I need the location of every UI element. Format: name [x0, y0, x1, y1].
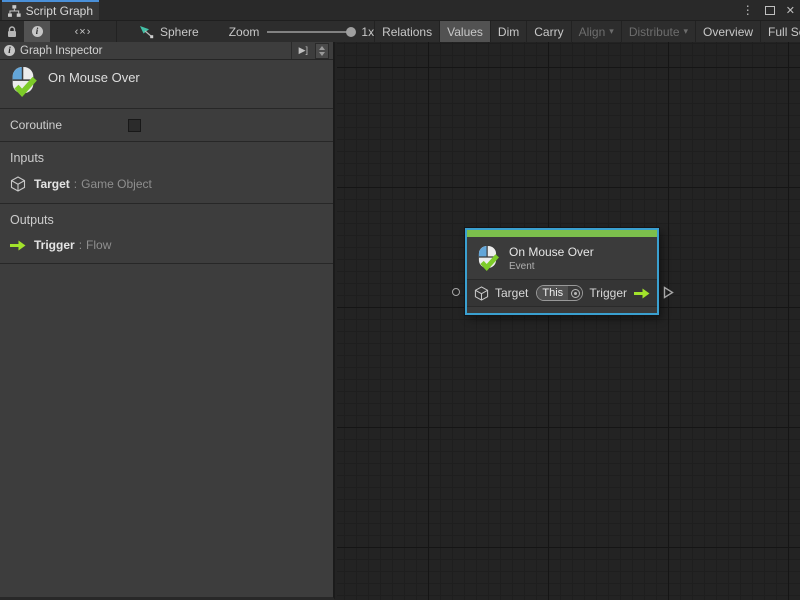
graph-object-reference[interactable]: Sphere: [139, 21, 199, 42]
flow-arrow-icon: [634, 288, 650, 299]
event-title: On Mouse Over: [48, 70, 140, 102]
node-output-port[interactable]: [663, 286, 674, 299]
mouse-event-icon: [475, 245, 500, 272]
outputs-section: Outputs Trigger : Flow: [0, 204, 333, 264]
chevron-down-icon: ▾: [609, 26, 614, 37]
cube-icon: [10, 176, 26, 192]
toolbar-button-distribute[interactable]: Distribute ▾: [622, 21, 695, 42]
node-input-port[interactable]: [452, 288, 460, 296]
graph-hierarchy-icon: [8, 5, 21, 17]
toolbar-button-values[interactable]: Values: [440, 21, 490, 42]
toolbar-button-align[interactable]: Align ▾: [572, 21, 621, 42]
inputs-header: Inputs: [10, 151, 323, 165]
mouse-event-icon: [8, 66, 38, 98]
cube-icon: [474, 286, 489, 301]
window-menu-icon[interactable]: ⋮: [742, 4, 754, 16]
toolbar-button-overview[interactable]: Overview: [696, 21, 760, 42]
object-label: Sphere: [160, 25, 199, 39]
toolbar-button-fullscreen[interactable]: Full Screen: [761, 21, 800, 42]
node-title: On Mouse Over: [509, 245, 594, 259]
zoom-value: 1x: [361, 25, 374, 39]
arrow-down-icon[interactable]: [319, 52, 325, 56]
node-port-row: Target This Trigger: [467, 279, 657, 306]
arrow-up-icon[interactable]: [319, 46, 325, 50]
inspector-toggle-button[interactable]: i: [24, 21, 50, 42]
on-mouse-over-node[interactable]: On Mouse Over Event Target This Trigger: [465, 228, 659, 315]
panel-stepper[interactable]: [315, 43, 329, 59]
toolbar: i ‹×› Sphere Zoom 1x Relations Values Di…: [0, 20, 800, 42]
object-picker-icon[interactable]: [568, 286, 582, 300]
node-footer: [467, 306, 657, 313]
node-header[interactable]: On Mouse Over Event: [467, 237, 657, 279]
event-summary-section: On Mouse Over: [0, 60, 333, 109]
toolbar-button-relations[interactable]: Relations: [375, 21, 439, 42]
node-subtitle: Event: [509, 261, 594, 272]
dock-panel-icon[interactable]: ▶]: [291, 42, 310, 59]
graph-inspector-header[interactable]: i Graph Inspector ▶]: [0, 42, 333, 60]
info-icon: i: [32, 26, 43, 37]
outputs-header: Outputs: [10, 213, 323, 227]
inputs-section: Inputs Target : Game Object: [0, 142, 333, 204]
tab-title: Script Graph: [26, 4, 93, 18]
input-row-target: Target : Game Object: [10, 176, 323, 192]
zoom-label: Zoom: [229, 25, 260, 39]
code-view-button[interactable]: ‹×›: [50, 21, 116, 42]
graph-canvas[interactable]: On Mouse Over Event Target This Trigger: [337, 42, 800, 600]
tab-script-graph[interactable]: Script Graph: [2, 0, 99, 20]
flow-arrow-icon: [10, 240, 26, 251]
panel-title: Graph Inspector: [20, 45, 102, 57]
code-icon: ‹×›: [75, 26, 92, 38]
coroutine-label: Coroutine: [10, 118, 62, 132]
info-icon: i: [4, 45, 15, 56]
zoom-slider[interactable]: [267, 31, 353, 33]
coroutine-row: Coroutine: [0, 109, 333, 142]
graph-inspector-panel: i Graph Inspector ▶] On Mouse Over Corou…: [0, 42, 335, 600]
node-input-label: Target: [495, 286, 528, 300]
title-bar: Script Graph ⋮ ✕: [0, 0, 800, 20]
lock-icon: [7, 26, 17, 38]
close-icon[interactable]: ✕: [786, 4, 795, 17]
node-output-label: Trigger: [589, 286, 627, 300]
lock-button[interactable]: [0, 21, 24, 42]
toolbar-button-carry[interactable]: Carry: [527, 21, 570, 42]
coroutine-checkbox[interactable]: [128, 119, 141, 132]
output-row-trigger: Trigger : Flow: [10, 238, 323, 252]
script-graph-icon: [139, 25, 154, 39]
toolbar-button-dim[interactable]: Dim: [491, 21, 526, 42]
maximize-icon[interactable]: [765, 6, 775, 15]
zoom-slider-handle[interactable]: [346, 27, 356, 37]
node-accent-bar: [467, 230, 657, 237]
target-value-chip[interactable]: This: [536, 285, 583, 301]
chevron-down-icon: ▾: [684, 26, 689, 37]
inspector-empty-area: [0, 264, 333, 597]
